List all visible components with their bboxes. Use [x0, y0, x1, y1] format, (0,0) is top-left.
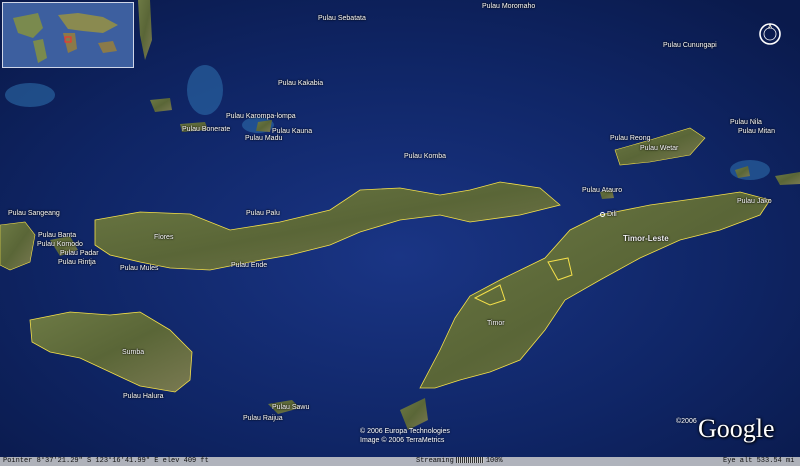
streaming-progress-bar [455, 457, 484, 464]
streaming-label: Streaming [416, 457, 454, 465]
satellite-map[interactable] [0, 0, 800, 466]
label-pulau-banta[interactable]: Pulau Banta [38, 232, 76, 240]
label-pulau-sangeang[interactable]: Pulau Sangeang [8, 210, 60, 218]
label-pulau-padar[interactable]: Pulau Padar [60, 250, 99, 258]
label-dili[interactable]: Dili [600, 211, 617, 219]
logo-copyright: ©2006 [676, 418, 697, 425]
overview-map[interactable] [2, 2, 134, 68]
label-pulau-cunungapi[interactable]: Pulau Cunungapi [663, 42, 717, 50]
label-pulau-halura[interactable]: Pulau Halura [123, 393, 163, 401]
label-pulau-sebatata[interactable]: Pulau Sebatata [318, 15, 366, 23]
label-pulau-komodo[interactable]: Pulau Komodo [37, 241, 83, 249]
svg-text:N: N [769, 24, 772, 29]
label-pulau-kakabia[interactable]: Pulau Kakabia [278, 80, 323, 88]
label-pulau-raijua[interactable]: Pulau Raijua [243, 415, 283, 423]
imagery-credit: © 2006 Europa Technologies Image © 2006 … [360, 427, 450, 445]
label-sumba[interactable]: Sumba [122, 349, 144, 357]
label-pulau-mules[interactable]: Pulau Mules [120, 265, 159, 273]
streaming-indicator: Streaming 100% [416, 457, 503, 466]
credit-line-1: © 2006 Europa Technologies [360, 428, 450, 435]
label-pulau-atauro[interactable]: Pulau Atauro [582, 187, 622, 195]
label-pulau-palu[interactable]: Pulau Palu [246, 210, 280, 218]
google-logo: Google [698, 414, 775, 443]
compass-icon[interactable]: N [758, 22, 782, 46]
streaming-percent: 100% [485, 457, 503, 465]
label-pulau-madu[interactable]: Pulau Madu [245, 135, 282, 143]
status-bar: Pointer 8°37'21.29" S 123°16'41.99" E el… [0, 457, 800, 466]
label-pulau-jako[interactable]: Pulau Jako [737, 198, 772, 206]
world-map-icon [3, 3, 133, 67]
label-pulau-karompa-lompa[interactable]: Pulau Karompa-lompa [226, 113, 296, 121]
label-flores[interactable]: Flores [154, 234, 173, 242]
label-pulau-rintja[interactable]: Pulau Rintja [58, 259, 96, 267]
label-pulau-moromaho[interactable]: Pulau Moromaho [482, 3, 535, 11]
label-pulau-bonerate[interactable]: Pulau Bonerate [182, 126, 230, 134]
map-viewport[interactable]: N Pulau Sebatata Pulau Moromaho Pulau Cu… [0, 0, 800, 466]
label-pulau-mitan[interactable]: Pulau Mitan [738, 128, 775, 136]
label-timor[interactable]: Timor [487, 320, 505, 328]
label-pulau-wetar[interactable]: Pulau Wetar [640, 145, 678, 153]
pointer-readout: Pointer 8°37'21.29" S 123°16'41.99" E el… [3, 457, 209, 465]
label-timor-leste[interactable]: Timor-Leste [623, 235, 669, 243]
credit-line-2: Image © 2006 TerraMetrics [360, 437, 445, 444]
label-pulau-komba[interactable]: Pulau Komba [404, 153, 446, 161]
label-pulau-sawu[interactable]: Pulau Sawu [272, 404, 309, 412]
label-pulau-ende[interactable]: Pulau Ende [231, 262, 267, 270]
eye-altitude: Eye alt 533.54 mi [723, 457, 795, 465]
label-pulau-reong[interactable]: Pulau Reong [610, 135, 650, 143]
label-pulau-nila[interactable]: Pulau Nila [730, 119, 762, 127]
